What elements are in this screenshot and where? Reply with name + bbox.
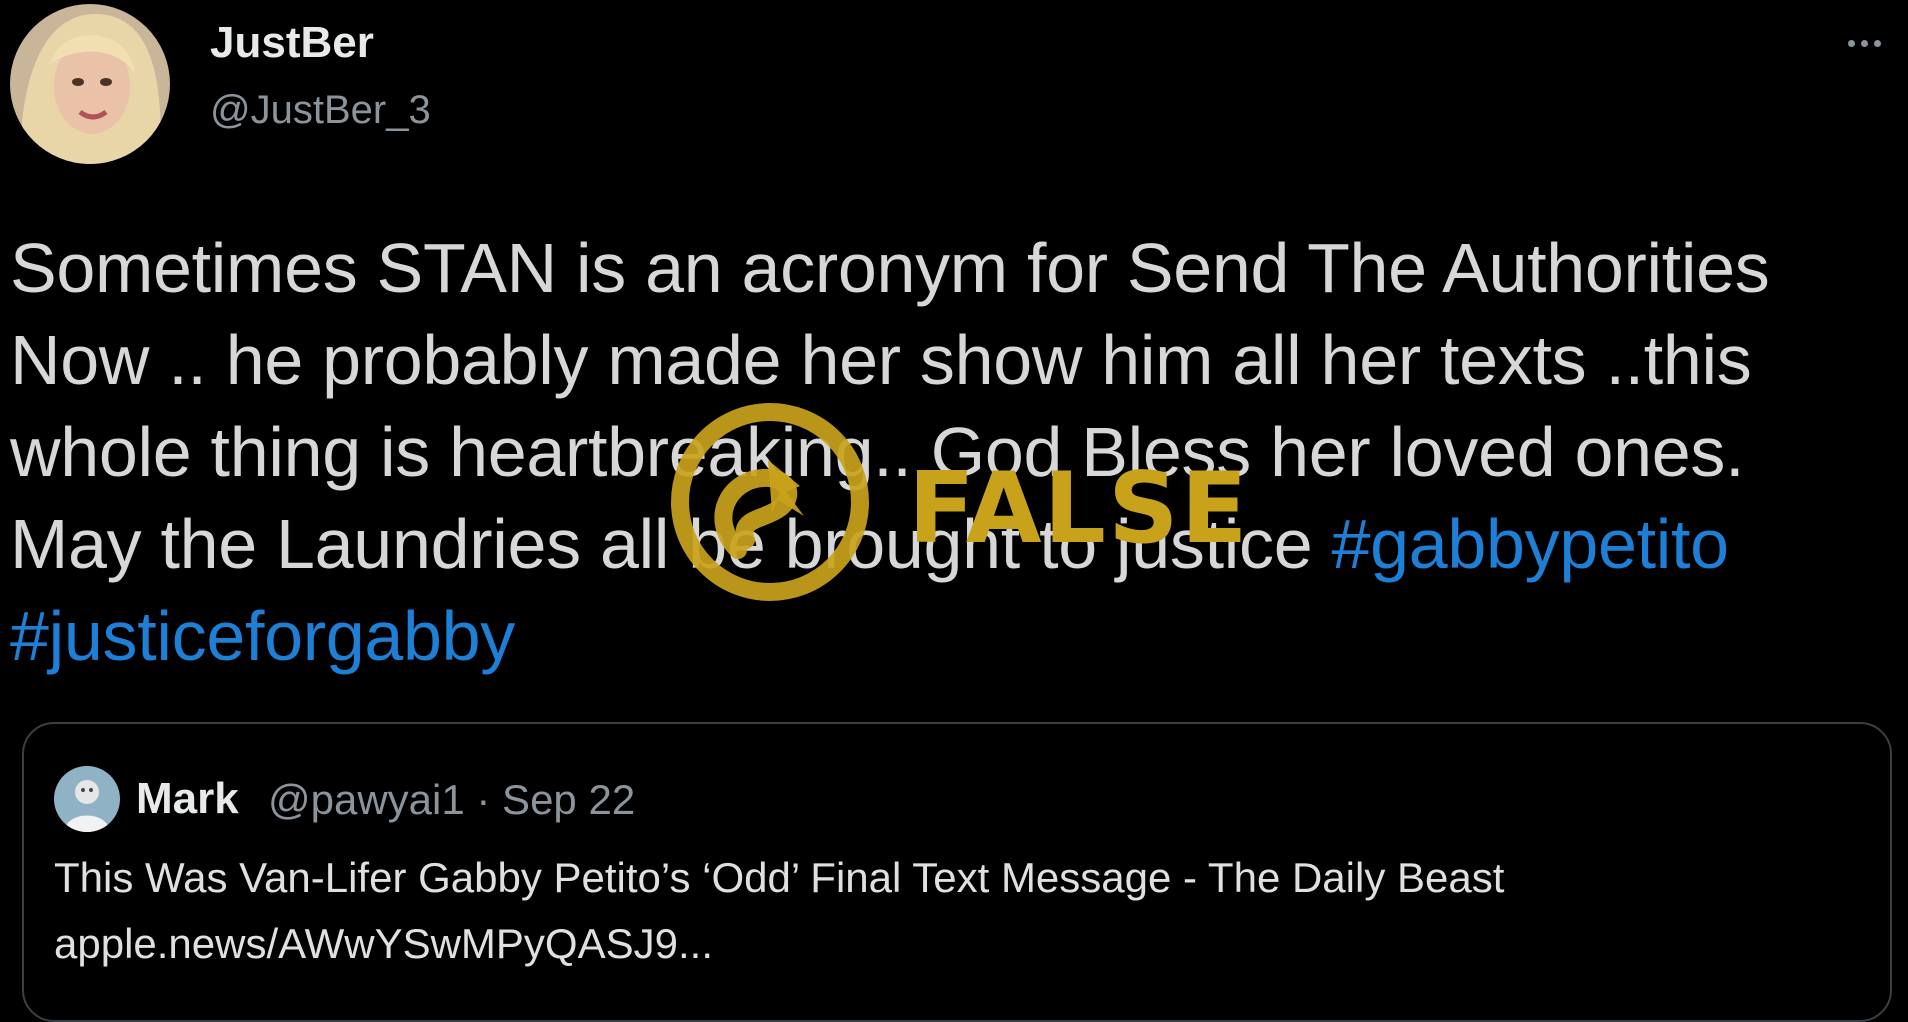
more-options-icon[interactable] [1836, 20, 1892, 66]
false-rating-stamp: FALSE [668, 400, 1248, 610]
quoted-tweet-headline: This Was Van-Lifer Gabby Petito’s ‘Odd’ … [54, 854, 1505, 901]
quoted-author-avatar [54, 766, 120, 832]
author-avatar[interactable] [10, 4, 170, 164]
quoted-author-meta: @pawyai1 · Sep 22 [268, 776, 636, 823]
author-display-name[interactable]: JustBer [210, 18, 374, 68]
tweet: JustBer @JustBer_3 Sometimes STAN is an … [0, 0, 1908, 1022]
hashtag-link[interactable]: #gabbypetito [1331, 505, 1729, 583]
quoted-author-name[interactable]: Mark [136, 774, 239, 824]
quoted-tweet-card[interactable]: Mark @pawyai1 · Sep 22 This Was Van-Life… [22, 722, 1892, 1022]
hashtag-link[interactable]: #justiceforgabby [10, 597, 515, 675]
quoted-tweet-link[interactable]: apple.news/AWwYSwMPyQASJ9... [54, 920, 713, 968]
author-handle[interactable]: @JustBer_3 [210, 88, 431, 133]
false-label: FALSE [908, 452, 1250, 566]
author-avatar-image [10, 4, 170, 164]
quoted-author-avatar-image [54, 766, 120, 832]
fact-check-logo-icon [671, 403, 869, 601]
